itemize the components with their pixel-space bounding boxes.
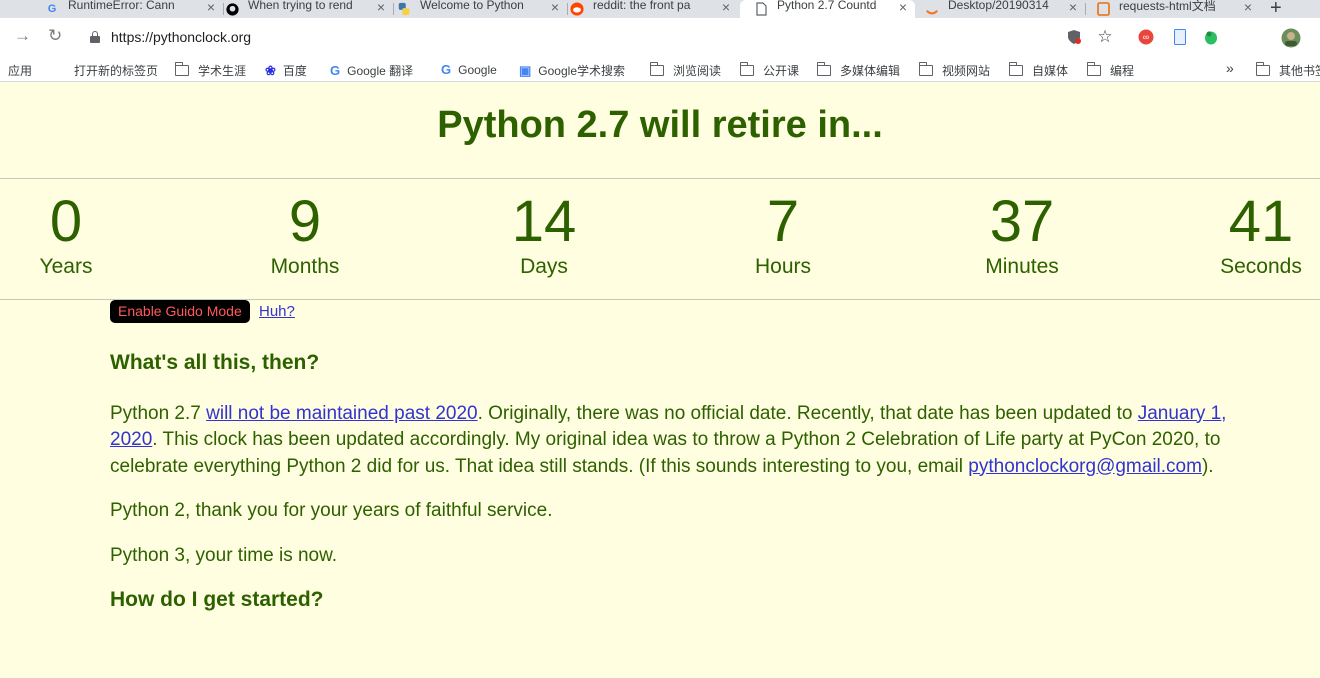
folder-icon (1255, 62, 1270, 76)
divider (0, 178, 1320, 179)
countdown-minutes: 37 Minutes (932, 186, 1112, 282)
countdown-hours: 7 Hours (693, 186, 873, 282)
google-icon: G (441, 62, 452, 77)
page-content: Python 2.7 will retire in... 0 Years 9 M… (0, 88, 1320, 678)
bookmark-new-tab[interactable]: 打开新的标签页 (74, 62, 158, 79)
bookmark-star-icon[interactable]: ☆ (1097, 27, 1113, 46)
reload-icon[interactable]: ↻ (48, 26, 62, 46)
evernote-icon[interactable] (1203, 29, 1219, 45)
thanks-paragraph: Python 2, thank you for your years of fa… (110, 500, 553, 521)
folder-icon (816, 62, 831, 76)
book-icon (1096, 2, 1110, 16)
section-heading: What's all this, then? (110, 351, 320, 374)
countdown-value: 41 (1228, 189, 1294, 254)
bookmark-apps[interactable]: 应用 (8, 62, 32, 79)
close-icon[interactable]: × (1244, 0, 1252, 15)
tab-when-trying[interactable]: When trying to rend × (225, 0, 393, 18)
countdown-label: Days (520, 255, 568, 278)
translate-icon: G (330, 63, 341, 78)
python-icon (397, 2, 411, 16)
bookmarks-overflow-chevron[interactable]: » (1226, 60, 1234, 76)
google-icon: G (47, 3, 57, 15)
close-icon[interactable]: × (722, 0, 730, 15)
infinity-extension-icon[interactable]: ∞ (1138, 29, 1154, 45)
maintenance-link[interactable]: will not be maintained past 2020 (206, 403, 477, 424)
folder-icon (174, 62, 189, 76)
countdown-months: 9 Months (215, 186, 395, 282)
scholar-icon: ▣ (519, 62, 532, 78)
github-icon (225, 2, 239, 16)
countdown-label: Months (270, 255, 340, 278)
jupyter-icon (925, 2, 939, 16)
bookmark-folder-other[interactable]: 其他书签 (1255, 62, 1320, 79)
page-title: Python 2.7 will retire in... (437, 104, 883, 146)
section-heading: How do I get started? (110, 588, 324, 611)
close-icon[interactable]: × (377, 0, 385, 15)
address-bar[interactable]: https://pythonclock.org (111, 29, 251, 45)
tab-runtime-error[interactable]: G RuntimeError: Cann × (45, 0, 223, 18)
shield-extension-icon[interactable] (1066, 29, 1082, 45)
countdown-value: 37 (989, 189, 1055, 254)
bookmarks-bar: 应用 打开新的标签页 学术生涯 ❀ 百度 G Google 翻译 G Googl… (0, 58, 1320, 82)
close-icon[interactable]: × (899, 0, 907, 15)
close-icon[interactable]: × (1069, 0, 1077, 15)
bookmark-baidu[interactable]: ❀ 百度 (265, 62, 307, 79)
close-icon[interactable]: × (551, 0, 559, 15)
countdown-days: 14 Days (454, 186, 634, 282)
tab-strip: G RuntimeError: Cann × When trying to re… (0, 0, 1320, 18)
bookmark-folder-media[interactable]: 自媒体 (1008, 62, 1068, 79)
tab-requests-html[interactable]: requests-html文档 × (1088, 0, 1260, 18)
bookmark-folder-programming[interactable]: 编程 (1086, 62, 1134, 79)
python3-paragraph: Python 3, your time is now. (110, 544, 338, 566)
bookmark-google[interactable]: G Google (441, 62, 497, 77)
avatar[interactable] (1281, 28, 1301, 48)
folder-icon (1086, 62, 1101, 76)
article: What's all this, then? Python 2.7 will n… (110, 350, 1250, 638)
bookmark-folder-multimedia[interactable]: 多媒体编辑 (816, 62, 900, 79)
bookmark-google-translate[interactable]: G Google 翻译 (330, 62, 413, 79)
countdown-seconds: 41 Seconds (1171, 186, 1320, 282)
countdown-label: Years (39, 255, 93, 278)
reddit-icon (570, 2, 584, 16)
intro-paragraph: Python 2.7 will not be maintained past 2… (110, 402, 1227, 477)
tab-welcome-python[interactable]: Welcome to Python × (397, 0, 567, 18)
huh-link[interactable]: Huh? (259, 303, 295, 320)
document-extension-icon[interactable] (1172, 29, 1188, 45)
page-icon (754, 2, 768, 16)
countdown-value: 0 (49, 189, 83, 254)
tab-reddit[interactable]: reddit: the front pa × (570, 0, 738, 18)
countdown-value: 7 (766, 189, 800, 254)
bookmark-folder-courses[interactable]: 公开课 (739, 62, 799, 79)
forward-icon[interactable]: → (14, 26, 31, 46)
countdown-label: Seconds (1220, 255, 1302, 278)
baidu-paw-icon: ❀ (265, 62, 276, 78)
folder-icon (1008, 62, 1023, 76)
countdown-value: 9 (288, 189, 322, 254)
svg-text:∞: ∞ (1143, 32, 1149, 42)
tab-desktop-jupyter[interactable]: Desktop/20190314 × (917, 0, 1085, 18)
bookmark-google-scholar[interactable]: ▣ Google学术搜索 (519, 62, 625, 79)
browser-toolbar: → ↻ https://pythonclock.org ☆ ∞ (0, 18, 1320, 58)
folder-icon (739, 62, 754, 76)
countdown-value: 14 (511, 189, 577, 254)
close-icon[interactable]: × (207, 0, 215, 15)
bookmark-folder-reading[interactable]: 浏览阅读 (649, 62, 721, 79)
countdown-label: Minutes (985, 255, 1059, 278)
email-link[interactable]: pythonclockorg@gmail.com (968, 456, 1202, 477)
bookmark-folder-video[interactable]: 视频网站 (918, 62, 990, 79)
folder-icon (649, 62, 664, 76)
folder-icon (918, 62, 933, 76)
countdown-label: Hours (754, 255, 812, 278)
enable-guido-mode-button[interactable]: Enable Guido Mode (110, 300, 250, 323)
bookmark-folder-academic[interactable]: 学术生涯 (174, 62, 246, 79)
new-tab-button[interactable]: + (1270, 0, 1282, 18)
tab-python-countdown[interactable]: Python 2.7 Countd × (740, 0, 915, 18)
lock-icon[interactable] (90, 31, 100, 43)
countdown-years: 0 Years (0, 186, 156, 282)
